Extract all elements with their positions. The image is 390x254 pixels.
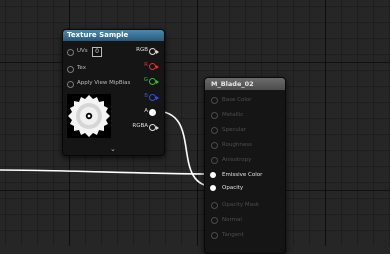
chevron-down-icon[interactable]: ⌄	[110, 145, 116, 153]
tex-label: Tex	[77, 65, 86, 71]
g-arrow-icon	[156, 79, 159, 84]
base-color-label: Base Color	[222, 97, 252, 103]
uvs-pin-icon[interactable]	[67, 49, 74, 56]
mipbias-pin-icon[interactable]	[67, 81, 74, 88]
output-g-label: G	[143, 77, 148, 83]
opacity-pin-icon[interactable]	[210, 185, 216, 191]
specular-pin-icon[interactable]	[211, 127, 218, 134]
r-pin-icon[interactable]	[149, 63, 156, 70]
tex-pin-icon[interactable]	[67, 66, 74, 73]
emissive-color-pin-icon[interactable]	[210, 172, 216, 178]
uvs-label: UVs	[77, 48, 88, 54]
saw-blade-icon	[67, 94, 111, 138]
tangent-label: Tangent	[222, 232, 244, 238]
material-title[interactable]: M_Blade_02	[205, 78, 285, 90]
b-pin-icon[interactable]	[149, 94, 156, 101]
texture-preview	[67, 94, 111, 138]
normal-label: Normal	[222, 217, 242, 223]
roughness-pin-icon[interactable]	[211, 142, 218, 149]
metallic-pin-icon[interactable]	[211, 112, 218, 119]
base-color-pin-icon[interactable]	[211, 97, 218, 104]
connection-wires	[0, 110, 216, 188]
g-pin-icon[interactable]	[149, 78, 156, 85]
output-rgba-label: RGBA	[132, 123, 148, 129]
output-b-label: B	[144, 93, 148, 99]
roughness-label: Roughness	[222, 142, 253, 148]
opacity-mask-label: Opacity Mask	[222, 202, 260, 208]
texture-sample-title[interactable]: Texture Sample	[63, 30, 164, 41]
emissive-color-label: Emissive Color	[222, 172, 263, 178]
opacity-mask-pin-icon[interactable]	[211, 202, 218, 209]
wire-emissive-color	[0, 169, 216, 175]
rgba-pin-icon[interactable]	[149, 124, 156, 131]
texture-sample-node[interactable]: Texture Sample UVs 0 Tex Apply View MipB…	[62, 29, 165, 156]
anisotropy-label: Anisotropy	[222, 157, 252, 163]
opacity-label: Opacity	[222, 185, 244, 191]
r-arrow-icon	[156, 64, 159, 69]
output-r-label: R	[144, 62, 148, 68]
output-a-label: A	[144, 108, 148, 114]
rgb-arrow-icon	[156, 49, 159, 54]
rgba-arrow-icon	[156, 125, 159, 130]
a-pin-icon[interactable]	[149, 109, 156, 116]
tangent-pin-icon[interactable]	[211, 232, 218, 239]
uvs-value-field[interactable]: 0	[92, 47, 102, 57]
mipbias-label: Apply View MipBias	[77, 80, 131, 86]
normal-pin-icon[interactable]	[211, 217, 218, 224]
b-arrow-icon	[156, 95, 159, 100]
rgb-pin-icon[interactable]	[149, 48, 156, 55]
output-rgb-label: RGB	[136, 47, 148, 53]
material-result-node[interactable]: M_Blade_02 Base Color Metallic Specular …	[204, 77, 286, 254]
specular-label: Specular	[222, 127, 247, 133]
metallic-label: Metallic	[222, 112, 244, 118]
anisotropy-pin-icon[interactable]	[211, 157, 218, 164]
